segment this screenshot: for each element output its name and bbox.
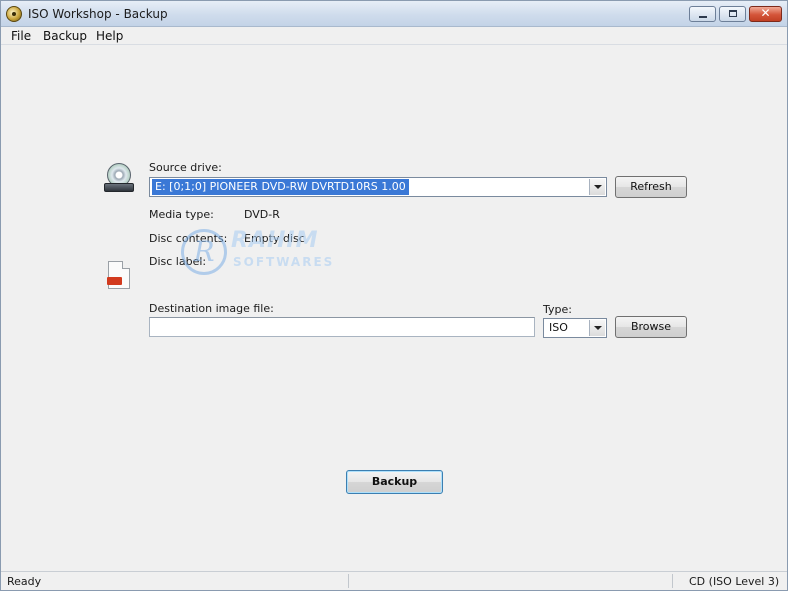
media-type-value: DVD-R [244,208,280,221]
optical-drive-icon [104,163,134,193]
menu-file[interactable]: File [11,29,31,43]
backup-button[interactable]: Backup [346,470,443,494]
title-bar[interactable]: ISO Workshop - Backup ✕ [1,1,787,27]
status-divider [348,574,349,588]
menu-backup[interactable]: Backup [43,29,87,43]
destination-label: Destination image file: [149,302,274,315]
minimize-icon [699,16,707,18]
source-drive-value: E: [0;1;0] PIONEER DVD-RW DVRTD10RS 1.00 [152,179,409,195]
close-button[interactable]: ✕ [749,6,782,22]
app-window: ISO Workshop - Backup ✕ File Backup Help… [0,0,788,591]
menu-bar: File Backup Help [1,27,787,45]
window-title: ISO Workshop - Backup [28,7,168,21]
status-divider [672,574,673,588]
status-image-format: CD (ISO Level 3) [689,575,780,588]
status-bar: Ready CD (ISO Level 3) [1,571,787,590]
maximize-icon [729,10,737,17]
menu-help[interactable]: Help [96,29,123,43]
disc-contents-label: Disc contents: [149,232,228,245]
minimize-button[interactable] [689,6,716,22]
source-drive-label: Source drive: [149,161,222,174]
disc-label-label: Disc label: [149,255,207,268]
maximize-button[interactable] [719,6,746,22]
backup-panel: Source drive: E: [0;1;0] PIONEER DVD-RW … [1,46,787,571]
browse-button[interactable]: Browse [615,316,687,338]
iso-badge-icon [107,277,122,285]
watermark-logo: R RAHIM SOFTWARES [181,211,351,291]
drive-tray-icon [104,183,134,192]
media-type-label: Media type: [149,208,214,221]
image-type-select[interactable]: ISO [543,318,607,338]
image-type-value: ISO [549,321,568,334]
source-drive-select[interactable]: E: [0;1;0] PIONEER DVD-RW DVRTD10RS 1.00 [149,177,607,197]
close-icon: ✕ [760,6,771,20]
watermark-subtitle: SOFTWARES [233,255,335,269]
image-file-icon [107,261,130,289]
type-label: Type: [543,303,572,316]
disc-contents-value: Empty disc [244,232,305,245]
chevron-down-icon[interactable] [589,179,605,195]
iso-workshop-app-icon[interactable] [6,6,22,22]
status-ready: Ready [7,575,42,588]
refresh-button[interactable]: Refresh [615,176,687,198]
destination-path-input[interactable] [149,317,535,337]
chevron-down-icon[interactable] [589,320,605,336]
